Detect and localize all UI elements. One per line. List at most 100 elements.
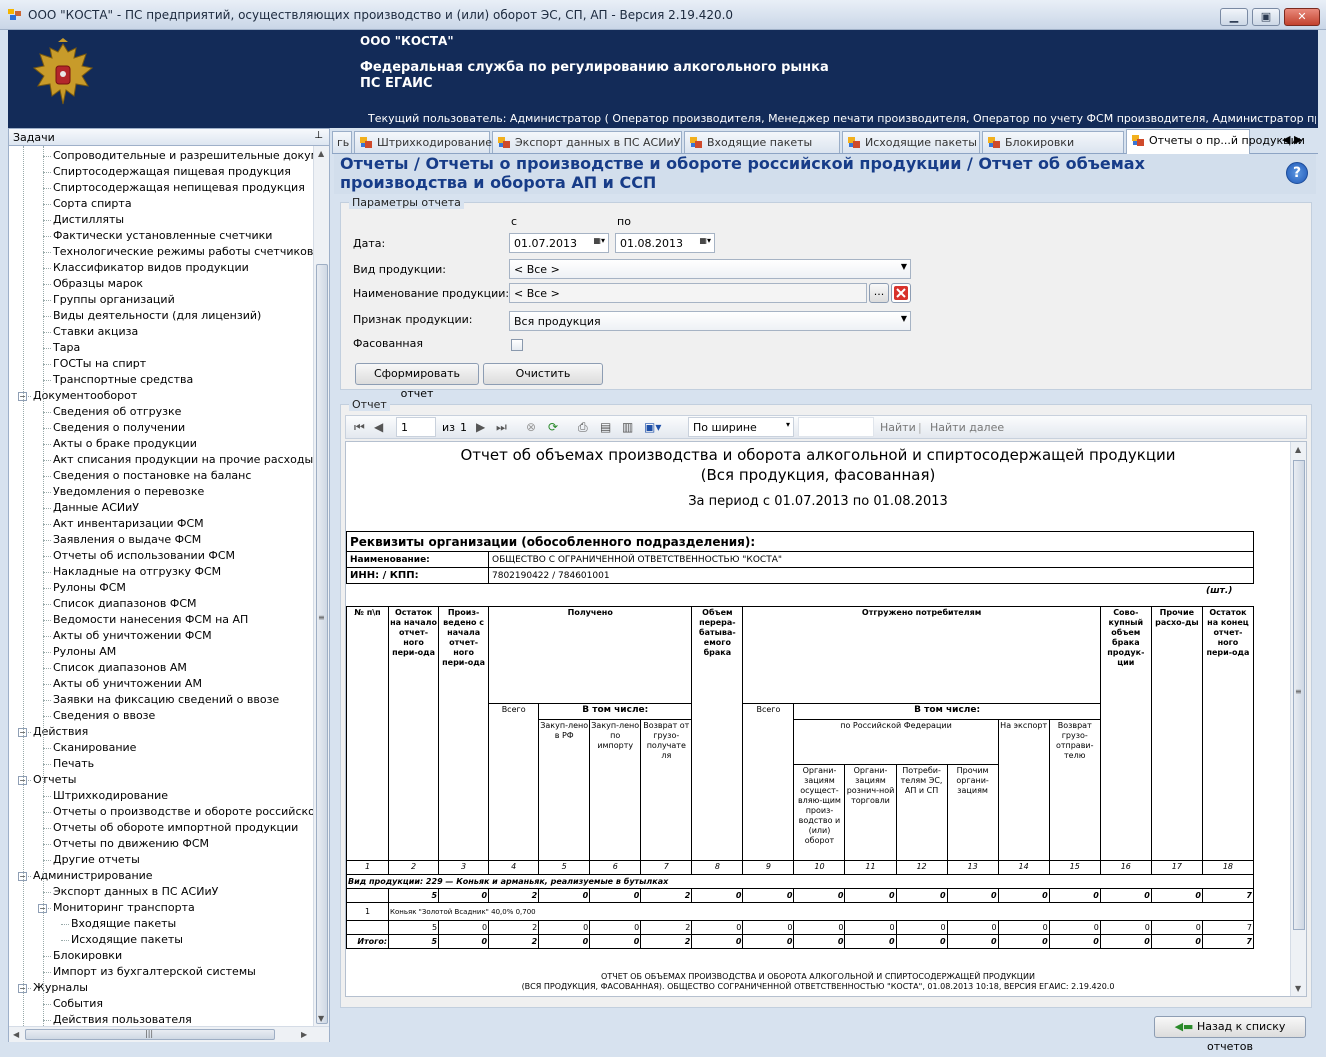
tree-item[interactable]: Экспорт данных в ПС АСИиУ (53, 884, 218, 900)
scroll-right-icon[interactable]: ▶ (301, 1030, 307, 1039)
last-page-icon[interactable]: ⏭ (496, 420, 507, 435)
scroll-down-icon[interactable]: ▼ (1295, 984, 1301, 993)
clear-field-button[interactable] (891, 283, 911, 303)
tree-item[interactable]: Исходящие пакеты (71, 932, 183, 948)
tree-item[interactable]: Действия (33, 724, 88, 740)
tree-item[interactable]: Сведения о постановке на баланс (53, 468, 251, 484)
tree-item[interactable]: События (53, 996, 103, 1012)
tree-item[interactable]: Виды деятельности (для лицензий) (53, 308, 261, 324)
tree-item[interactable]: Заявления о выдаче ФСМ (53, 532, 201, 548)
tree-item[interactable]: Отчеты по движению ФСМ (53, 836, 209, 852)
scroll-thumb[interactable] (316, 264, 328, 1024)
tree-item[interactable]: Сведения о получении (53, 420, 185, 436)
tree-item[interactable]: Акт инвентаризации ФСМ (53, 516, 204, 532)
tree-item[interactable]: Дистилляты (53, 212, 124, 228)
tree-item[interactable]: Сопроводительные и разрешительные докуме… (53, 148, 313, 164)
tree-item[interactable]: Документооборот (33, 388, 137, 404)
tree-item[interactable]: Группы организаций (53, 292, 175, 308)
tree-item[interactable]: Администрирование (33, 868, 153, 884)
tree-item[interactable]: Ведомости нанесения ФСМ на АП (53, 612, 248, 628)
back-to-reports-button[interactable]: ◀▬ Назад к списку отчетов (1154, 1016, 1306, 1053)
tree-item[interactable]: Накладные на отгрузку ФСМ (53, 564, 221, 580)
tree-item[interactable]: Уведомления о перевозке (53, 484, 204, 500)
page-number-input[interactable]: 1 (396, 417, 436, 437)
date-to-field[interactable]: 01.08.2013 ▦▾ (615, 233, 715, 253)
tab[interactable]: Штрихкодирование (354, 131, 492, 153)
tree-item[interactable]: Отчеты о производстве и обороте российск… (53, 804, 313, 820)
tree-item[interactable]: Рулоны ФСМ (53, 580, 126, 596)
calendar-icon[interactable]: ▦▾ (699, 236, 711, 245)
scroll-down-icon[interactable]: ▼ (318, 1014, 324, 1023)
browse-button[interactable]: ... (869, 283, 889, 303)
tree-item[interactable]: Транспортные средства (53, 372, 193, 388)
tree-item[interactable]: Сведения о ввозе (53, 708, 155, 724)
calendar-icon[interactable]: ▦▾ (593, 236, 605, 245)
tree-item[interactable]: Штрихкодирование (53, 788, 168, 804)
scroll-up-icon[interactable]: ▲ (1295, 445, 1301, 454)
tasks-horizontal-scrollbar[interactable]: ◀ ||| ▶ (9, 1026, 329, 1042)
tab[interactable]: Входящие пакеты (684, 131, 840, 153)
tree-item[interactable]: Мониторинг транспорта (53, 900, 195, 916)
page-setup-icon[interactable]: ▥ (622, 420, 633, 434)
tree-item[interactable]: Печать (53, 756, 94, 772)
pin-icon[interactable]: ⊥ (314, 130, 323, 141)
first-page-icon[interactable]: ⏮ (354, 420, 365, 435)
tree-item[interactable]: Технологические режимы работы счетчиков (53, 244, 313, 260)
prev-page-icon[interactable]: ◀ (374, 420, 383, 434)
zoom-select[interactable]: По ширине ▾ (688, 417, 794, 437)
find-next-link[interactable]: Найти далее (930, 421, 1004, 434)
next-page-icon[interactable]: ▶ (476, 420, 485, 434)
tab-scroll-arrows[interactable]: ◀ ▶ (1282, 133, 1302, 146)
tree-item[interactable]: Рулоны АМ (53, 644, 116, 660)
close-button[interactable]: ✕ (1284, 8, 1320, 26)
export-icon[interactable]: ▣▾ (644, 420, 661, 434)
tree-item[interactable]: Другие отчеты (53, 852, 140, 868)
stop-icon[interactable]: ⊗ (526, 420, 536, 434)
product-name-field[interactable]: < Все > (509, 283, 867, 303)
tree-item[interactable]: Классификатор видов продукции (53, 260, 249, 276)
tree-item[interactable]: Акты о браке продукции (53, 436, 197, 452)
find-link[interactable]: Найти (880, 421, 916, 434)
tab[interactable]: гь (332, 131, 352, 153)
tree-item[interactable]: Спиртосодержащая непищевая продукция (53, 180, 305, 196)
minimize-button[interactable]: ▁ (1220, 8, 1248, 26)
tree-item[interactable]: ГОСТы на спирт (53, 356, 146, 372)
tab[interactable]: Отчеты о пр...й продукции (1126, 129, 1305, 154)
tree-item[interactable]: Журналы (33, 980, 88, 996)
tree-item[interactable]: Список диапазонов АМ (53, 660, 187, 676)
tree-item[interactable]: Образцы марок (53, 276, 143, 292)
print-icon[interactable]: ⎙ (578, 420, 588, 435)
tree-item[interactable]: Ставки акциза (53, 324, 138, 340)
tree-item[interactable]: Сканирование (53, 740, 136, 756)
tree-item[interactable]: Список диапазонов ФСМ (53, 596, 197, 612)
packaged-checkbox[interactable] (511, 339, 523, 351)
tasks-vertical-scrollbar[interactable]: ▲ ≡ ▼ (313, 146, 329, 1026)
tree-item[interactable]: Отчеты об обороте импортной продукции (53, 820, 298, 836)
tree-item[interactable]: Тара (53, 340, 80, 356)
help-icon[interactable]: ? (1286, 162, 1308, 184)
tab[interactable]: Экспорт данных в ПС АСИиУ (492, 131, 682, 153)
tree-item[interactable]: Отчеты (33, 772, 76, 788)
tree-item[interactable]: Блокировки (53, 948, 122, 964)
product-sign-select[interactable]: Вся продукция ▼ (509, 311, 911, 331)
find-input[interactable] (798, 417, 874, 437)
scroll-left-icon[interactable]: ◀ (13, 1030, 19, 1039)
tree-item[interactable]: Импорт из бухгалтерской системы (53, 964, 256, 980)
generate-report-button[interactable]: Сформировать отчет (355, 363, 479, 400)
tree-item[interactable]: Отчеты об использовании ФСМ (53, 548, 235, 564)
scroll-up-icon[interactable]: ▲ (318, 149, 324, 158)
clear-button[interactable]: Очистить (483, 363, 603, 385)
tree-item[interactable]: Сорта спирта (53, 196, 132, 212)
refresh-icon[interactable]: ⟳ (548, 420, 558, 434)
maximize-button[interactable]: ▣ (1252, 8, 1280, 26)
tree-item[interactable]: Акты об уничтожении ФСМ (53, 628, 212, 644)
date-from-field[interactable]: 01.07.2013 ▦▾ (509, 233, 609, 253)
product-type-select[interactable]: < Все > ▼ (509, 259, 911, 279)
tree-item[interactable]: Входящие пакеты (71, 916, 176, 932)
tab[interactable]: Исходящие пакеты (842, 131, 980, 153)
tree-item[interactable]: Действия пользователя (53, 1012, 192, 1026)
tab[interactable]: Блокировки (982, 131, 1124, 153)
tree-item[interactable]: Акты об уничтожении АМ (53, 676, 202, 692)
print-layout-icon[interactable]: ▤ (600, 420, 611, 434)
tree-item[interactable]: Сведения об отгрузке (53, 404, 181, 420)
